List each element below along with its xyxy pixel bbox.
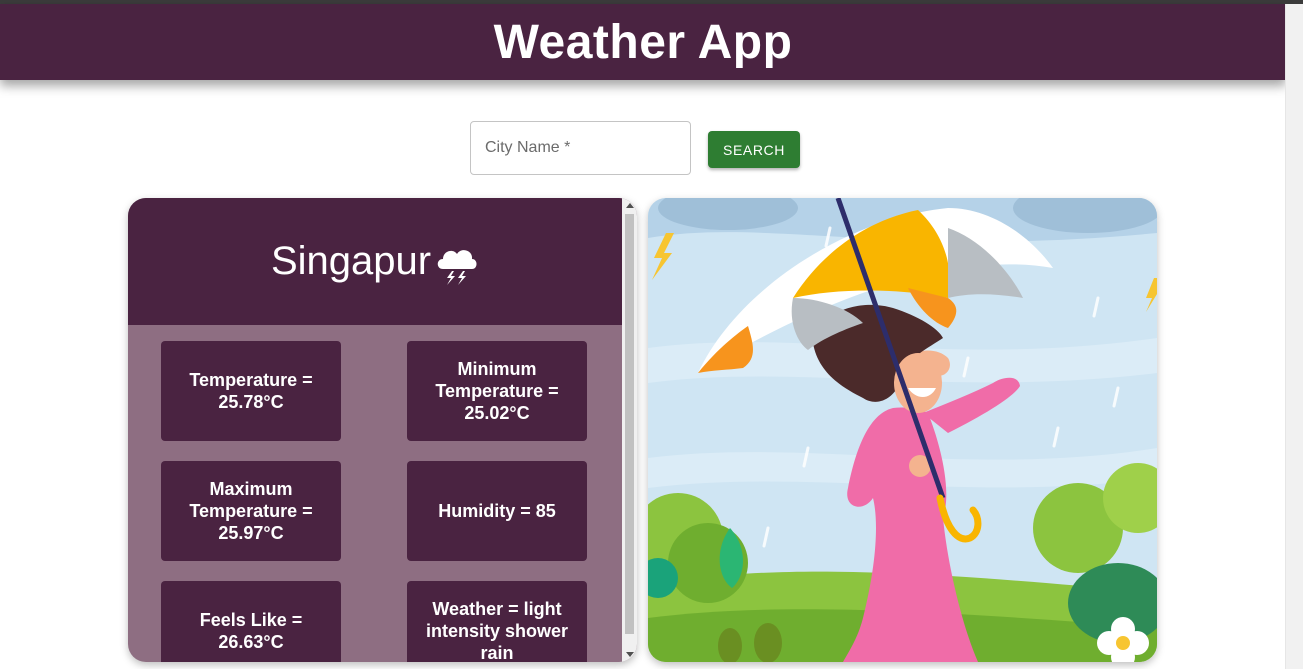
city-name: Singapur [270,239,432,283]
page-scrollbar[interactable] [1285,4,1303,669]
min-temperature-stat: Minimum Temperature = 25.02°C [407,341,587,441]
thunderstorm-cloud-icon [437,249,477,285]
rain-illustration [648,198,1157,662]
temperature-stat: Temperature = 25.78°C [161,341,341,441]
feels-like-stat: Feels Like = 26.63°C [161,581,341,662]
city-search-input[interactable] [471,122,690,174]
weather-card-header: Singapur [128,198,622,325]
app-header: Weather App [0,4,1286,80]
city-search-field[interactable] [470,121,691,175]
woman-with-umbrella-in-rain-illustration [648,198,1157,662]
search-button[interactable]: SEARCH [708,131,800,168]
app-title: Weather App [493,15,793,69]
scroll-down-arrow-icon[interactable] [626,652,634,657]
weather-description-stat: Weather = light intensity shower rain [407,581,587,662]
scrollbar-thumb[interactable] [625,214,634,634]
weather-card: Singapur Temperature = 25.78°C Minimum T… [128,198,637,662]
humidity-stat: Humidity = 85 [407,461,587,561]
weather-card-scrollbar[interactable] [622,198,637,662]
scroll-up-arrow-icon[interactable] [626,203,634,208]
max-temperature-stat: Maximum Temperature = 25.97°C [161,461,341,561]
